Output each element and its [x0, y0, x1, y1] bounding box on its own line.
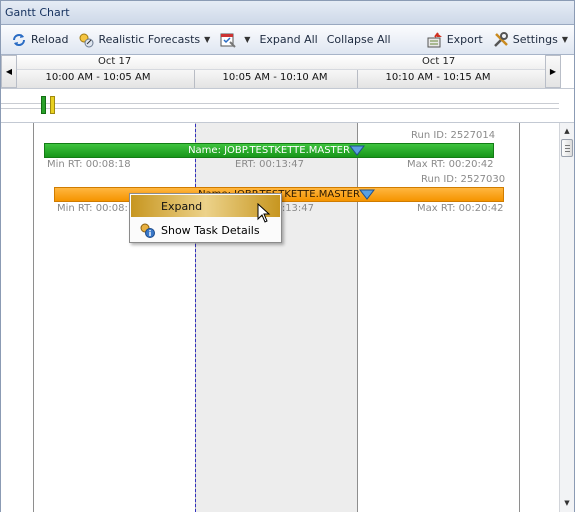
window-title: Gantt Chart [5, 6, 70, 19]
forecast-icon [77, 31, 95, 49]
arrow-left-icon: ◀ [5, 67, 13, 76]
shaded-interval [195, 123, 357, 512]
gridline [33, 123, 34, 512]
forecast-label: Realistic Forecasts [98, 33, 201, 46]
gridline [357, 123, 358, 512]
expand-icon [139, 198, 155, 214]
min-rt-label: Min RT: 00:08:18 [47, 159, 131, 170]
overview-track-bottom [1, 108, 559, 109]
title-bar: Gantt Chart [1, 1, 574, 25]
gantt-chart-area: Run ID: 2527014 Name: JOBP.TESTKETTE.MAS… [1, 123, 559, 512]
arrow-right-icon: ▶ [549, 67, 557, 76]
export-label: Export [446, 33, 483, 46]
max-rt-label: Max RT: 00:20:42 [407, 159, 494, 170]
collapse-all-button[interactable]: Collapse All [324, 29, 394, 51]
toolbar: Reload Realistic Forecasts ▼ ▼ Expand Al… [1, 25, 574, 55]
task-dropdown-icon[interactable] [349, 145, 365, 156]
chevron-down-icon: ▼ [204, 35, 211, 44]
mouse-cursor-icon [257, 203, 271, 223]
settings-dropdown[interactable]: Settings ▼ [489, 29, 571, 51]
scroll-down-button[interactable]: ▼ [560, 496, 574, 510]
task-details-icon [139, 222, 155, 238]
date-label: Oct 17 [98, 56, 132, 67]
task-name: Name: JOBP.TESTKETTE.MASTER [188, 145, 350, 156]
time-interval-label: 10:00 AM - 10:05 AM [45, 72, 151, 83]
gantt-chart-window: Gantt Chart Reload Realistic Forecasts ▼… [0, 0, 575, 512]
tools-icon [492, 31, 510, 49]
vertical-scrollbar[interactable]: ▲ ▼ [559, 123, 574, 512]
current-time-line [195, 123, 196, 512]
date-label: Oct 17 [422, 56, 456, 67]
scrollbar-thumb[interactable] [561, 139, 573, 157]
chevron-down-icon: ▼ [244, 35, 251, 44]
forecast-dropdown[interactable]: Realistic Forecasts ▼ [74, 29, 213, 51]
max-rt-label: Max RT: 00:20:42 [417, 203, 504, 214]
overview-marker-yellow[interactable] [50, 96, 55, 114]
scroll-left-button[interactable]: ◀ [1, 55, 17, 88]
date-row: Oct 17 Oct 17 [17, 55, 545, 70]
run-id-label: Run ID: 2527030 [421, 174, 506, 185]
reload-button[interactable]: Reload [7, 29, 71, 51]
export-icon [426, 31, 444, 49]
ert-label: ERT: 00:13:47 [235, 159, 305, 170]
overview-track-top [1, 103, 559, 104]
arrow-up-icon: ▲ [564, 127, 570, 135]
filter-dropdown[interactable]: ▼ [216, 29, 253, 51]
menu-item-label: Expand [161, 199, 203, 213]
arrow-down-icon: ▼ [564, 499, 570, 507]
collapse-all-label: Collapse All [326, 33, 391, 46]
settings-label: Settings [512, 33, 558, 46]
time-interval-row: 10:00 AM - 10:05 AM 10:05 AM - 10:10 AM … [17, 70, 545, 88]
scroll-right-button[interactable]: ▶ [545, 55, 561, 88]
overview-strip [1, 89, 574, 123]
gridline [519, 123, 520, 512]
chevron-down-icon: ▼ [561, 35, 568, 44]
scroll-up-button[interactable]: ▲ [560, 124, 574, 138]
export-button[interactable]: Export [423, 29, 486, 51]
reload-label: Reload [31, 33, 69, 46]
timeline-header: ◀ Oct 17 Oct 17 10:00 AM - 10:05 AM 10:0… [1, 55, 574, 89]
menu-item-label: Show Task Details [161, 223, 260, 237]
time-interval-label: 10:05 AM - 10:10 AM [222, 72, 328, 83]
time-interval-label: 10:10 AM - 10:15 AM [385, 72, 491, 83]
calendar-filter-icon [219, 31, 237, 49]
task-dropdown-icon[interactable] [359, 189, 375, 200]
expand-all-label: Expand All [259, 33, 318, 46]
task-bar[interactable]: Name: JOBP.TESTKETTE.MASTER [44, 143, 494, 158]
reload-icon [10, 31, 28, 49]
run-id-label: Run ID: 2527014 [411, 130, 496, 141]
expand-all-button[interactable]: Expand All [256, 29, 320, 51]
overview-marker-green[interactable] [41, 96, 46, 114]
